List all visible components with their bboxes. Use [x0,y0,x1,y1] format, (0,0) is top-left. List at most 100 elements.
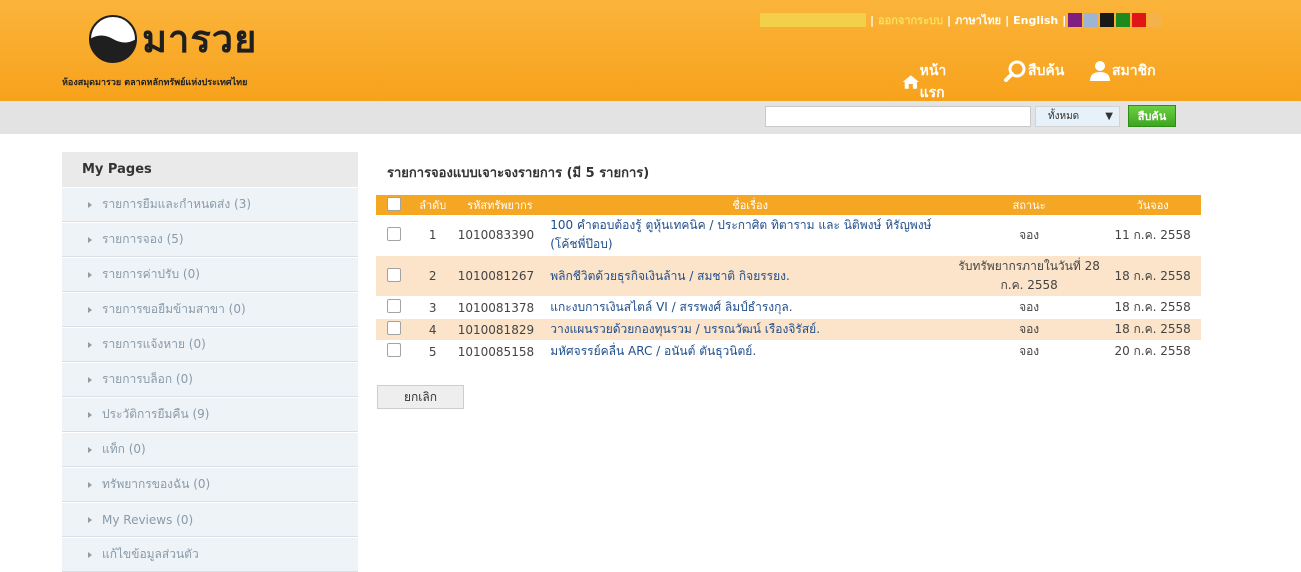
sidebar-item-my-resources[interactable]: ทรัพยากรของฉัน (0) [62,467,358,502]
sidebar-item-fines[interactable]: รายการค่าปรับ (0) [62,257,358,292]
chevron-right-icon [88,306,92,313]
page-title: รายการจองแบบเจาะจงรายการ (มี 5 รายการ) [387,166,650,181]
chevron-right-icon [88,411,92,418]
sidebar-item-label: ทรัพยากรของฉัน (0) [102,477,211,491]
logout-link[interactable]: ออกจากระบบ [874,11,947,29]
separator: | [1062,13,1067,27]
sidebar-item-lost[interactable]: รายการแจ้งหาย (0) [62,327,358,362]
nav-home-label: หน้าแรก [919,63,947,101]
search-button[interactable]: สืบค้น [1128,105,1176,127]
column-header: ลำดับ [411,195,454,215]
logo-icon [89,15,137,63]
title-cell: มหัศจรรย์คลื่น ARC / อนันต์ ตันธุวนิตย์. [546,340,954,363]
nav-member-label: สมาชิก [1112,63,1156,79]
search-icon [1004,60,1026,82]
sidebar-item-interbranch[interactable]: รายการขอยืมข้ามสาขา (0) [62,292,358,327]
resource-title-link[interactable]: วางแผนรวยด้วยกองทุนรวม / บรรณวัฒน์ เรือง… [550,322,820,336]
sidebar-item-history[interactable]: ประวัติการยืมคืน (9) [62,397,358,432]
search-scope-select[interactable]: ทั้งหมด ▼ [1035,106,1120,127]
chevron-right-icon [88,201,92,208]
row-checkbox[interactable] [386,299,401,313]
checkbox-cell [376,296,412,319]
chevron-right-icon [88,236,92,243]
search-bar: ทั้งหมด ▼ สืบค้น [0,101,1301,134]
resource-code: 1010081378 [453,296,547,319]
table-row: 5 1010085158 มหัศจรรย์คลื่น ARC / อนันต์… [376,340,1201,363]
select-all-checkbox[interactable] [386,196,401,211]
sidebar-item-label: ประวัติการยืมคืน (9) [102,407,210,421]
row-checkbox[interactable] [386,321,401,335]
checkbox-cell [376,255,412,297]
search-scope-value: ทั้งหมด [1048,111,1080,122]
sidebar-item-label: รายการบล็อก (0) [102,372,193,386]
status-cell: รับทรัพยากรภายในวันที่ 28 ก.ค. 2558 [953,255,1105,297]
resource-code: 1010081267 [453,255,547,297]
sidebar: My Pages รายการยืมและกำหนดส่ง (3) รายการ… [62,152,358,572]
sidebar-item-reservations[interactable]: รายการจอง (5) [62,222,358,257]
dropdown-arrow-icon: ▼ [1105,111,1113,122]
table-row: 4 1010081829 วางแผนรวยด้วยกองทุนรวม / บร… [376,318,1201,341]
reserve-date: 11 ก.ค. 2558 [1104,215,1201,256]
column-header: ชื่อเรื่อง [546,195,954,215]
chevron-right-icon [88,341,92,348]
status-cell: จอง [953,296,1105,319]
top-links: | ออกจากระบบ | ภาษาไทย | English | [760,11,1163,29]
search-input[interactable] [765,106,1031,127]
title-cell: วางแผนรวยด้วยกองทุนรวม / บรรณวัฒน์ เรือง… [546,318,954,341]
sidebar-item-label: รายการขอยืมข้ามสาขา (0) [102,302,246,316]
home-icon [902,75,919,89]
user-name-box [760,13,866,27]
theme-swatch-red[interactable] [1132,13,1147,27]
checkbox-cell [376,318,412,341]
table-row: 1 1010083390 100 คำตอบต้องรู้ ตูหุ้นเทคน… [376,215,1201,256]
sidebar-item-tags[interactable]: แท็ก (0) [62,432,358,467]
thai-language-link[interactable]: ภาษาไทย [951,11,1005,29]
row-checkbox[interactable] [386,267,401,282]
column-header: รหัสทรัพยากร [453,195,547,215]
sidebar-item-loans[interactable]: รายการยืมและกำหนดส่ง (3) [62,187,358,222]
sidebar-item-label: รายการค่าปรับ (0) [102,267,200,281]
theme-swatch-green[interactable] [1116,13,1131,27]
sidebar-title: My Pages [62,152,358,187]
column-header: วันจอง [1104,195,1201,215]
resource-title-link[interactable]: 100 คำตอบต้องรู้ ตูหุ้นเทคนิค / ประกาศิต… [550,218,931,251]
theme-swatch-orange[interactable] [1148,13,1163,27]
resource-title-link[interactable]: พลิกชีวิตด้วยธุรกิจเงินล้าน / สมชาติ กิจ… [550,269,790,283]
user-icon [1090,61,1110,81]
title-cell: 100 คำตอบต้องรู้ ตูหุ้นเทคนิค / ประกาศิต… [546,215,954,256]
sidebar-item-label: My Reviews (0) [102,512,194,527]
english-language-link[interactable]: English [1009,14,1062,27]
theme-swatch-black[interactable] [1100,13,1115,27]
title-cell: พลิกชีวิตด้วยธุรกิจเงินล้าน / สมชาติ กิจ… [546,255,954,297]
reservations-table: ลำดับ รหัสทรัพยากร ชื่อเรื่อง สถานะ วันจ… [376,195,1201,363]
sidebar-item-label: แก้ไขข้อมูลส่วนตัว [102,547,199,561]
status-cell: จอง [953,215,1105,256]
theme-swatch-lightblue[interactable] [1084,13,1099,27]
sidebar-item-label: รายการแจ้งหาย (0) [102,337,206,351]
resource-title-link[interactable]: มหัศจรรย์คลื่น ARC / อนันต์ ตันธุวนิตย์. [550,344,756,358]
nav-home[interactable]: หน้าแรก [902,60,955,104]
sidebar-item-edit-profile[interactable]: แก้ไขข้อมูลส่วนตัว [62,537,358,572]
chevron-right-icon [88,481,92,488]
table-row: 3 1010081378 แกะงบการเงินสไตล์ VI / สรรพ… [376,296,1201,319]
resource-title-link[interactable]: แกะงบการเงินสไตล์ VI / สรรพงศ์ ลิมป์ธำรง… [550,300,792,314]
status-cell: จอง [953,340,1105,363]
select-all-cell [376,195,412,215]
chevron-right-icon [88,376,92,383]
sidebar-item-label: รายการยืมและกำหนดส่ง (3) [102,197,252,211]
row-number: 2 [411,255,454,297]
nav-member[interactable]: สมาชิก [1088,60,1156,82]
nav-search-label: สืบค้น [1028,63,1065,79]
theme-swatch-purple[interactable] [1068,13,1083,27]
nav-search[interactable]: สืบค้น [1004,60,1064,82]
resource-code: 1010081829 [453,318,547,341]
row-checkbox[interactable] [386,226,401,241]
resource-code: 1010083390 [453,215,547,256]
cancel-button[interactable]: ยกเลิก [377,385,464,409]
chevron-right-icon [88,271,92,278]
sidebar-item-reviews[interactable]: My Reviews (0) [62,502,358,537]
resource-code: 1010085158 [453,340,547,363]
row-checkbox[interactable] [386,343,401,357]
chevron-right-icon [88,551,92,558]
sidebar-item-blocks[interactable]: รายการบล็อก (0) [62,362,358,397]
